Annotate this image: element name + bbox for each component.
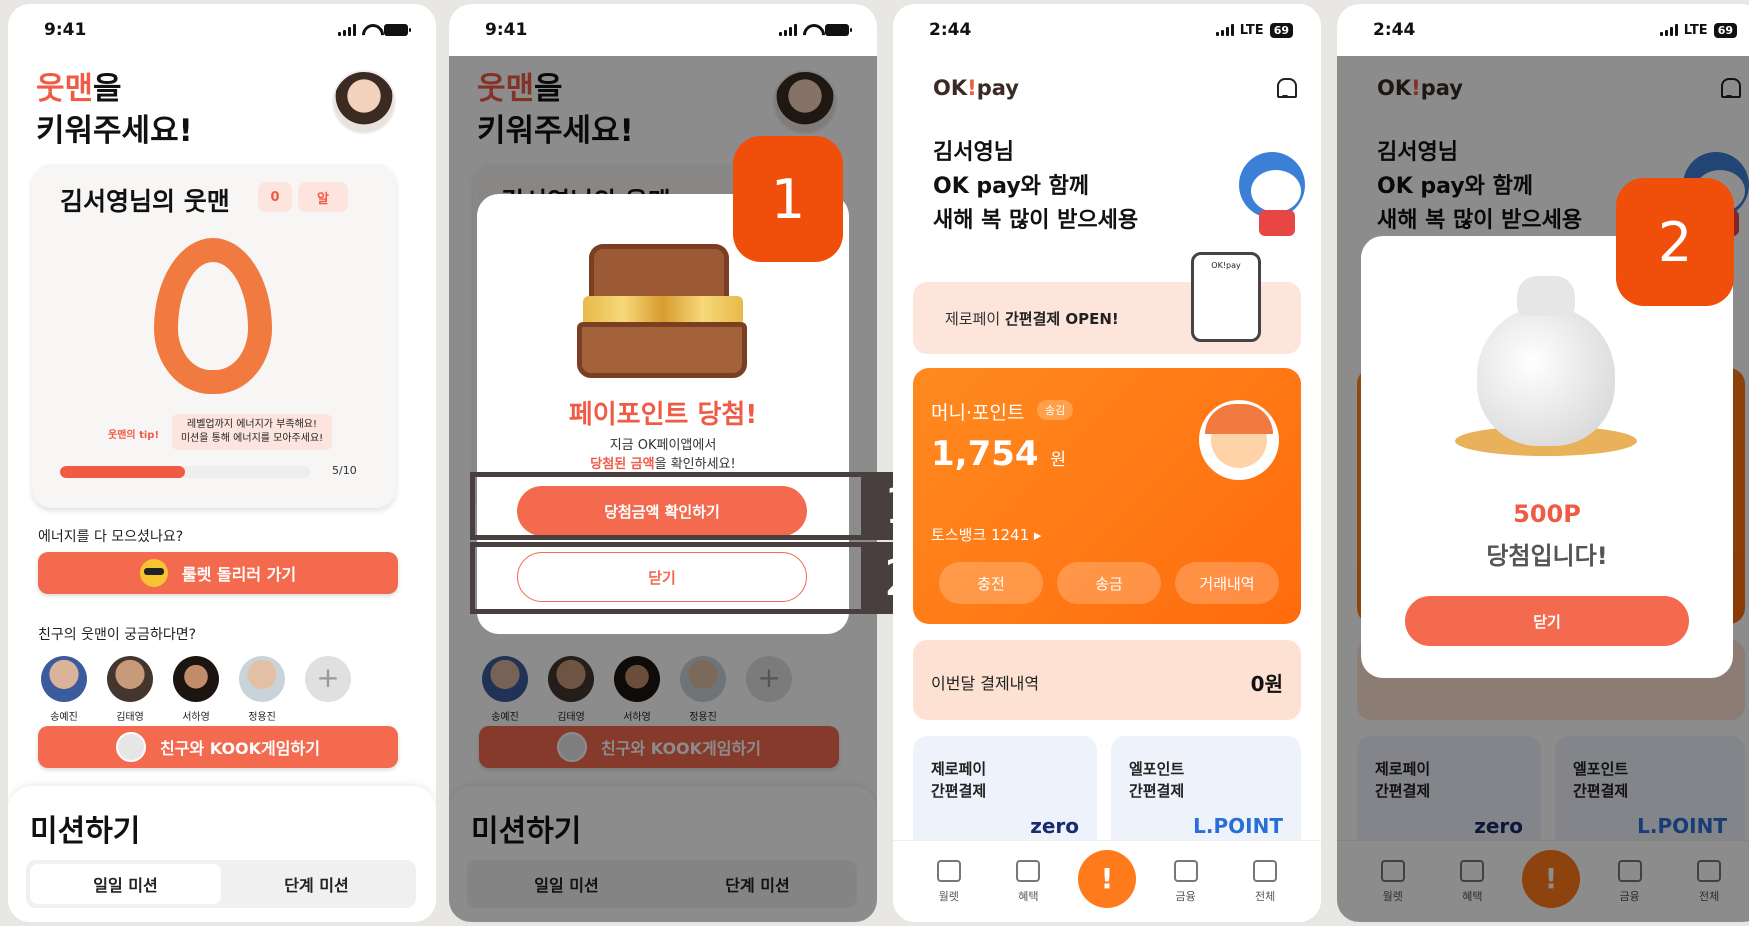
status-bar: 2:44 LTE 69 (1337, 4, 1749, 56)
chart-icon (1173, 859, 1198, 882)
friends-question: 친구의 웃맨이 궁금하다면? (38, 627, 197, 643)
screen-ootman-home: 9:41 웃맨을 키워주세요! 김서영님의 웃맨 0 알 웃맨의 tip! 레벨… (8, 4, 436, 922)
lpoint-logo: L.POINT (1193, 814, 1283, 838)
money-badge: 송김 (1037, 400, 1074, 420)
zeropay-banner[interactable]: 제로페이 간편결제 OPEN! OK!pay (913, 252, 1301, 354)
roulette-button[interactable]: 룰렛 돌리러 가기 (38, 552, 398, 594)
dragon-mascot-illustration (1229, 144, 1315, 240)
prize-message: 당첨입니다! (1486, 542, 1608, 570)
wifi-icon (803, 24, 819, 36)
linked-account[interactable]: 토스뱅크 1241 ▸ (931, 524, 1041, 545)
plus-icon: + (305, 656, 351, 702)
money-sack-illustration (1455, 276, 1637, 466)
wallet-icon (936, 859, 961, 882)
egg-level-badge: 알 (298, 182, 348, 212)
highlight-frame-2 (470, 542, 866, 614)
highlight-frame-1 (470, 472, 866, 540)
tab-benefits[interactable]: 혜택 (998, 859, 1058, 904)
tab-wallet[interactable]: 월렛 (919, 859, 979, 904)
zeropay-tile[interactable]: 제로페이 간편결제 zero (913, 736, 1097, 856)
ootman-card: 김서영님의 웃맨 0 알 웃맨의 tip! 레벨업까지 에너지가 부족해요! 미… (32, 164, 396, 508)
step-badge-1: 1 (733, 136, 843, 262)
status-bar: 2:44 LTE 69 (893, 4, 1321, 56)
battery-badge: 69 (1269, 22, 1293, 38)
page-title: 웃맨을 키워주세요! (36, 71, 193, 149)
network-label: LTE (1683, 22, 1708, 38)
progress-text: 5/10 (332, 464, 357, 477)
monthly-payments-card[interactable]: 이번달 결제내역 0원 (913, 640, 1301, 720)
status-time: 2:44 (929, 20, 972, 40)
bell-icon[interactable] (1275, 76, 1297, 98)
battery-icon (384, 24, 411, 36)
tab-step-mission[interactable]: 단계 미션 (221, 864, 412, 904)
greeting: 김서영님 OK pay와 함께 새해 복 많이 받으세용 (933, 140, 1139, 233)
wifi-icon (362, 24, 378, 36)
status-bar: 9:41 (8, 4, 436, 56)
network-label: LTE (1239, 22, 1264, 38)
modal-title: 페이포인트 당첨! (568, 400, 758, 430)
battery-badge: 69 (1713, 22, 1737, 38)
friend-avatar (239, 656, 285, 702)
history-button[interactable]: 거래내역 (1175, 562, 1279, 604)
modal-subtitle: 지금 OK페이앱에서 당첨된 금액을 확인하세요! (590, 438, 736, 472)
tip-label: 웃맨의 tip! (108, 430, 160, 441)
energy-progress-bar (60, 466, 310, 478)
carrot-character-icon (1199, 400, 1279, 480)
transfer-button[interactable]: 송금 (1057, 562, 1161, 604)
friend-avatar (107, 656, 153, 702)
status-bar: 9:41 (449, 4, 877, 56)
okpay-logo: OK!pay (933, 76, 1019, 100)
battery-icon (825, 24, 852, 36)
step-badge-2: 2 (1616, 178, 1734, 306)
money-label: 머니·포인트 (931, 402, 1025, 424)
screen-okpay-prize-modal: 2:44 LTE 69 OK!pay 김서영님 OK pay와 함께 새해 복 … (1337, 4, 1749, 922)
energy-question: 에너지를 다 모으셨나요? (38, 529, 184, 545)
add-friend-button[interactable]: + (304, 656, 352, 723)
friend-item[interactable]: 서하영 (172, 656, 220, 723)
tab-daily-mission[interactable]: 일일 미션 (30, 864, 221, 904)
count-badge: 0 (258, 182, 292, 212)
grid-icon (1253, 859, 1278, 882)
mission-tabs: 일일 미션 단계 미션 (26, 860, 416, 908)
friend-avatar (41, 656, 87, 702)
charge-button[interactable]: 충전 (939, 562, 1043, 604)
friend-item[interactable]: 김태영 (106, 656, 154, 723)
signal-icon (338, 24, 356, 36)
money-point-card[interactable]: 머니·포인트 송김 1,754 원 토스뱅크 1241 ▸ 충전 송금 거래내역 (913, 368, 1301, 624)
lpoint-tile[interactable]: 엘포인트 간편결제 L.POINT (1111, 736, 1301, 856)
friend-avatar (173, 656, 219, 702)
phone-qr-illustration: OK!pay (1191, 252, 1261, 342)
zero-logo: zero (1030, 814, 1079, 838)
sunglasses-emoji-icon (139, 559, 168, 587)
status-time: 9:41 (44, 20, 87, 40)
tab-finance[interactable]: 금융 (1156, 859, 1216, 904)
signal-icon (1215, 24, 1234, 36)
status-time: 9:41 (485, 20, 528, 40)
friend-item[interactable]: 송예진 (40, 656, 88, 723)
money-amount: 1,754 원 (931, 434, 1067, 474)
okpay-center-button[interactable]: ! (1077, 849, 1136, 908)
signal-icon (1659, 24, 1678, 36)
tab-all[interactable]: 전체 (1235, 859, 1295, 904)
bottom-tab-bar: 월렛 혜택 ! 금융 전체 (893, 840, 1321, 922)
signal-icon (779, 24, 797, 36)
mission-sheet: 미션하기 일일 미션 단계 미션 (8, 786, 436, 922)
tip-bubble: 레벨업까지 에너지가 부족해요! 미션을 통해 에너지를 모아주세요! (172, 414, 332, 450)
screen-okpay-home: 2:44 LTE 69 OK!pay 김서영님 OK pay와 함께 새해 복 … (893, 4, 1321, 922)
egg-character[interactable] (154, 238, 272, 394)
status-time: 2:44 (1373, 20, 1416, 40)
prize-amount: 500P (1513, 500, 1581, 528)
card-title: 김서영님의 웃맨 (60, 187, 230, 216)
friend-item[interactable]: 정용진 (238, 656, 286, 723)
kook-game-button[interactable]: 친구와 KOOK게임하기 (38, 726, 398, 768)
energy-progress-fill (60, 466, 185, 478)
ball-icon (116, 732, 147, 762)
profile-avatar[interactable] (332, 70, 396, 134)
friends-list: 송예진 김태영 서하영 정용진 + (40, 656, 352, 723)
gift-icon (1016, 859, 1041, 882)
mission-title: 미션하기 (30, 814, 141, 849)
close-button[interactable]: 닫기 (1405, 596, 1689, 646)
briefcase-gold-illustration (577, 234, 747, 384)
